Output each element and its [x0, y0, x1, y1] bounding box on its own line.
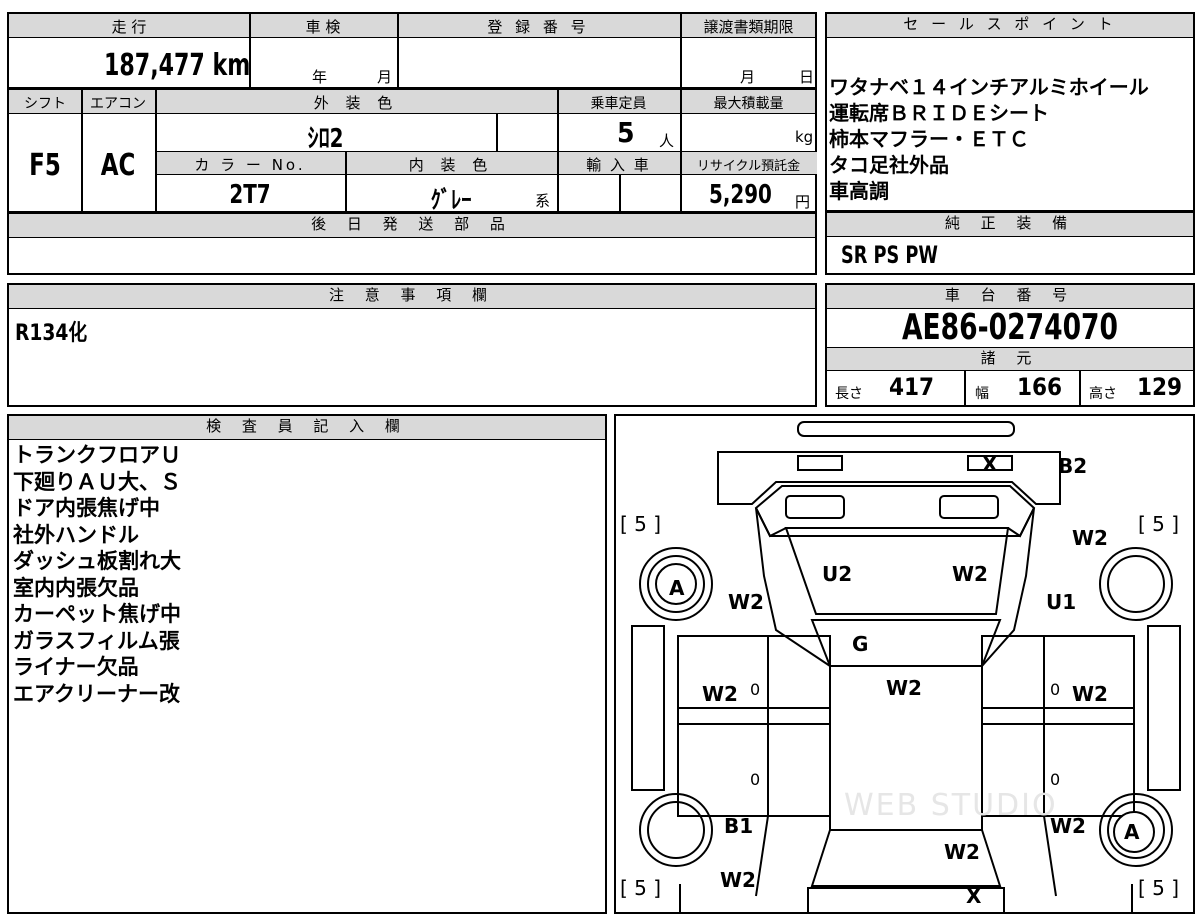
capacity-header: 乗車定員 [590, 96, 647, 112]
transfer-deadline-header: 譲渡書類期限 [703, 18, 794, 36]
tire-front-right-mark: [ 5 ] [1138, 876, 1180, 900]
mileage-header: 走 行 [111, 18, 147, 36]
inspector-line: 室内内張欠品 [13, 575, 139, 600]
capacity-value: 5 [617, 116, 635, 149]
later-parts-box: 後 日 発 送 部 品 [7, 212, 817, 275]
color-no-value: 2T7 [229, 180, 271, 210]
height-label: 高さ [1089, 386, 1117, 402]
windshield-mark: G [852, 632, 869, 656]
standard-equipment-box: 純 正 装 備 SR PS PW [825, 211, 1195, 275]
door-left-zero-bottom: 0 [750, 770, 761, 789]
transfer-day-unit: 日 [799, 68, 815, 86]
import-header: 輸 入 車 [586, 156, 651, 174]
max-load-header: 最大積載量 [713, 96, 784, 112]
sales-point: 運転席ＢＲＩＤＥシート [829, 101, 1049, 125]
wheel-left-rear-mark: A [669, 576, 685, 600]
sales-point: ワタナベ１４インチアルミホイール [829, 75, 1149, 99]
summary-table: 走 行 車 検 登 録 番 号 譲渡書類期限 187,477 km 年 月 月 … [7, 12, 817, 89]
inspector-box: 検 査 員 記 入 欄 トランクフロアＵ 下廻りＡＵ大、Ｓ ドア内張焦げ中 社外… [7, 414, 607, 914]
interior-color-value: ｸﾞﾚｰ [430, 186, 472, 214]
inspector-line: ドア内張焦げ中 [13, 496, 160, 520]
rear-trunk-mark: X [982, 452, 998, 476]
rear-glass-left-mark: U2 [822, 562, 853, 586]
sales-point: タコ足社外品 [829, 153, 949, 177]
dimensions-header: 諸 元 [827, 347, 1193, 371]
rear-quarter-right-mark: W2 [1072, 526, 1108, 550]
chassis-number: AE86-0274070 [901, 307, 1119, 348]
mileage-value: 187,477 km [104, 48, 251, 83]
notes-box: 注 意 事 項 欄 R134化 [7, 283, 817, 407]
recycle-unit: 円 [795, 193, 811, 211]
door-left-zero-top: 0 [750, 680, 761, 699]
inspector-line: エアクリーナー改 [13, 681, 180, 706]
door-right-zero-bottom: 0 [1050, 770, 1061, 789]
aircon-header: エアコン [90, 96, 146, 112]
front-bumper-left-mark: W2 [720, 868, 756, 892]
front-fender-left-mark: B1 [724, 814, 754, 838]
recycle-fee-value: 5,290 [709, 180, 772, 210]
max-load-unit: kg [795, 128, 814, 146]
roof-mark: W2 [886, 676, 922, 700]
interior-suffix: 系 [535, 192, 551, 210]
interior-color-header: 内 装 色 [408, 156, 494, 174]
inspector-line: ガラスフィルム張 [13, 628, 180, 653]
inspection-month-unit: 月 [377, 68, 393, 86]
sales-point: 車高調 [829, 179, 889, 203]
sales-points-list: ワタナベ１４インチアルミホイール 運転席ＢＲＩＤＥシート 柿本マフラー・ＥＴＣ … [829, 74, 1149, 204]
chassis-header: 車 台 番 号 [827, 285, 1193, 309]
standard-equipment-header: 純 正 装 備 [827, 213, 1193, 237]
shift-header: シフト [24, 96, 66, 112]
tire-rear-left-mark: [ 5 ] [620, 512, 662, 536]
exterior-color-value: ｼﾛ2 [307, 124, 344, 154]
standard-equipment-text: SR PS PW [841, 241, 938, 269]
tire-front-left-mark: [ 5 ] [620, 876, 662, 900]
tire-rear-right-mark: [ 5 ] [1138, 512, 1180, 536]
length-value: 417 [889, 373, 935, 401]
color-no-header: カ ラ ー No. [194, 156, 306, 174]
recycle-header: リサイクル預託金 [696, 159, 801, 174]
door-right-mark: W2 [1072, 682, 1108, 706]
width-label: 幅 [975, 386, 989, 402]
exterior-color-header: 外 装 色 [313, 94, 399, 112]
door-left-mark: W2 [702, 682, 738, 706]
inspector-line: ダッシュ板割れ大 [13, 549, 181, 573]
shift-value: F5 [29, 148, 61, 183]
inspection-year-unit: 年 [312, 68, 328, 86]
rear-quarter-left-mark: W2 [728, 590, 764, 614]
car-diagram-box: X B2 [ 5 ] [ 5 ] [ 5 ] [ 5 ] W2 W2 A A U… [614, 414, 1195, 914]
chassis-box: 車 台 番 号 AE86-0274070 諸 元 長さ 417 幅 166 高さ… [825, 283, 1195, 407]
inspector-line: 下廻りＡＵ大、Ｓ [13, 469, 181, 494]
door-right-zero-top: 0 [1050, 680, 1061, 699]
hood-mark: W2 [944, 840, 980, 864]
inspector-line: 社外ハンドル [13, 522, 139, 547]
registration-header: 登 録 番 号 [487, 18, 590, 36]
inspector-line: トランクフロアＵ [13, 443, 181, 467]
sales-points-header: セ ー ル ス ポ イ ン ト [827, 14, 1193, 38]
height-value: 129 [1137, 373, 1183, 401]
inspector-line: カーペット焦げ中 [13, 602, 181, 626]
inspector-line: ライナー欠品 [13, 655, 139, 679]
watermark: WEB STUDIO [844, 788, 1058, 823]
rear-bumper-mark: B2 [1058, 454, 1088, 478]
inspector-list: トランクフロアＵ 下廻りＡＵ大、Ｓ ドア内張焦げ中 社外ハンドル ダッシュ板割れ… [13, 442, 181, 707]
rear-fender-right-mark: U1 [1046, 590, 1077, 614]
inspector-header: 検 査 員 記 入 欄 [9, 416, 605, 440]
transfer-month-unit: 月 [740, 68, 756, 86]
aircon-value: AC [100, 148, 136, 183]
specs-table: シフト エアコン 外 装 色 乗車定員 最大積載量 カ ラ ー No. 内 装 … [7, 88, 817, 214]
rear-glass-right-mark: W2 [952, 562, 988, 586]
sales-points-box: セ ー ル ス ポ イ ン ト ワタナベ１４インチアルミホイール 運転席ＢＲＩＤ… [825, 12, 1195, 212]
front-x-mark: X [966, 884, 982, 908]
width-value: 166 [1017, 373, 1063, 401]
length-label: 長さ [835, 386, 863, 402]
capacity-unit: 人 [659, 132, 675, 150]
later-parts-header: 後 日 発 送 部 品 [9, 214, 815, 238]
inspection-header: 車 検 [305, 18, 341, 36]
notes-text: R134化 [15, 321, 88, 346]
wheel-right-front-mark: A [1124, 820, 1140, 844]
sales-point: 柿本マフラー・ＥＴＣ [829, 127, 1029, 151]
notes-header: 注 意 事 項 欄 [9, 285, 815, 309]
